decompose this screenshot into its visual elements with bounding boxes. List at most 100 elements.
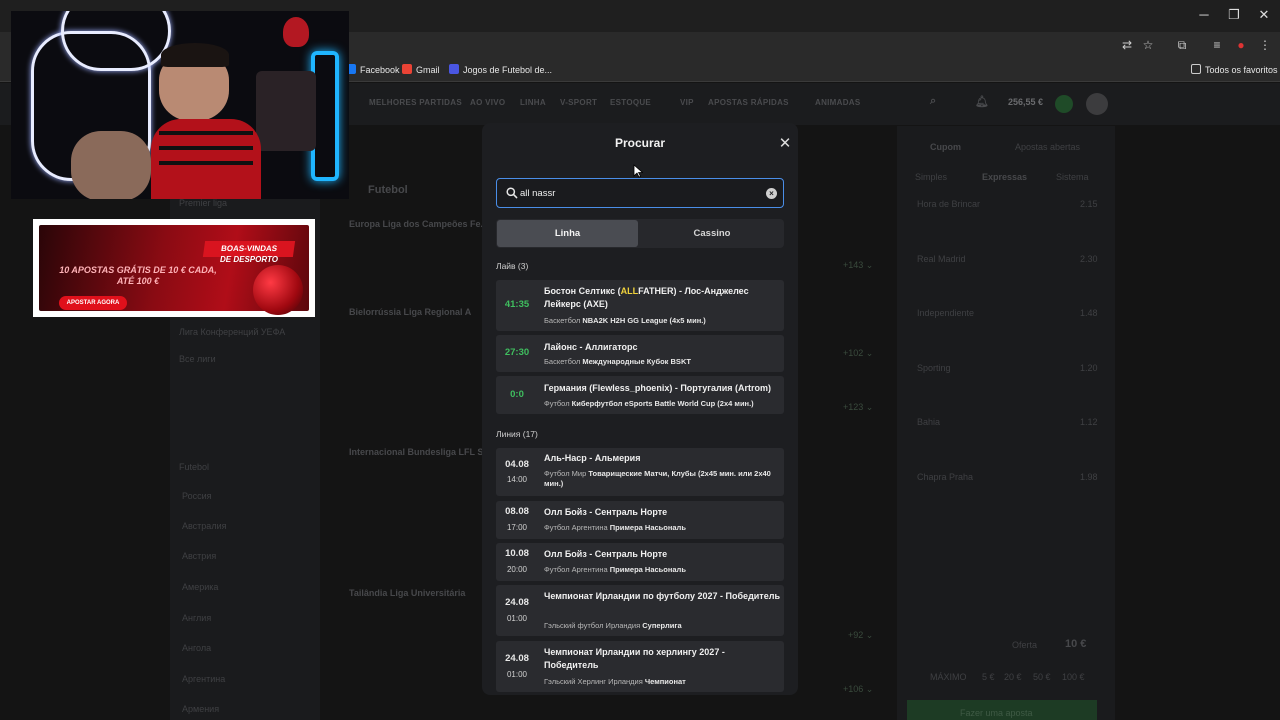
sidebar-label: Ангола: [182, 643, 212, 653]
betslip-tab[interactable]: Cupom: [930, 142, 961, 152]
line-header: Линия (17): [496, 429, 538, 439]
search-field[interactable]: ×: [496, 178, 784, 208]
betslip-type[interactable]: Sistema: [1056, 172, 1089, 182]
line-event-row[interactable]: 10.08 20:00 Олл Бойз - Сентраль Норте Фу…: [496, 543, 784, 581]
close-window-icon[interactable]: ✕: [1254, 6, 1274, 24]
menu-icon[interactable]: ⋮: [1256, 36, 1274, 54]
nav-item[interactable]: AO VIVO: [470, 98, 505, 107]
stake-chip[interactable]: 5 €: [982, 672, 995, 682]
sidebar-label: Англия: [182, 613, 212, 623]
betslip-odd: 2.30: [1080, 254, 1098, 264]
event-hour: 01:00: [506, 614, 528, 623]
search-highlight: ALL: [620, 286, 639, 296]
media-icon[interactable]: ≡: [1208, 36, 1226, 54]
promo-banner[interactable]: BOAS-VINDAS DE DESPORTO 10 APOSTAS GRÁTI…: [33, 219, 315, 317]
star-icon[interactable]: ☆: [1139, 36, 1157, 54]
minimize-icon[interactable]: ─: [1194, 6, 1214, 24]
stake-chip[interactable]: 100 €: [1062, 672, 1085, 682]
sidebar-label: Аргентина: [182, 674, 226, 684]
betslip-entry: Chapra Praha: [917, 472, 974, 482]
profile-icon[interactable]: ●: [1232, 36, 1250, 54]
event-league: Баскетбол NBA2K H2H GG League (4x5 мин.): [544, 316, 706, 325]
search-modal: Procurar ✕ × Linha Cassino Лайв (3) 41:3…: [482, 123, 798, 695]
deposit-button[interactable]: [1055, 95, 1073, 113]
nav-item[interactable]: ANIMADAS: [815, 98, 861, 107]
all-favorites-label: Todos os favoritos: [1205, 65, 1278, 75]
all-favorites[interactable]: Todos os favoritos: [1191, 62, 1278, 78]
event-time: 27:30: [504, 347, 530, 358]
event-title: Бостон Селтикс (ALLFATHER) - Лос-Анджеле…: [544, 286, 749, 309]
event-time: 0:0: [510, 389, 524, 400]
search-input[interactable]: [520, 185, 760, 201]
nav-item[interactable]: VIP: [680, 98, 694, 107]
event-date: 04.08: [505, 459, 529, 470]
betslip-type[interactable]: Expressas: [982, 172, 1027, 182]
event-date: 24.08: [505, 597, 529, 608]
webcam-overlay: [11, 11, 349, 199]
line-event-row[interactable]: 08.08 17:00 Олл Бойз - Сентраль Норте Фу…: [496, 501, 784, 539]
search-icon[interactable]: ⌕: [930, 95, 936, 108]
tab-linha[interactable]: Linha: [497, 220, 638, 247]
gmail-icon: [402, 64, 412, 74]
place-bet-label: Fazer uma aposta: [960, 708, 1033, 718]
stake-chip[interactable]: 50 €: [1033, 672, 1051, 682]
restore-icon[interactable]: ❐: [1224, 6, 1244, 24]
bookmark-jogos[interactable]: Jogos de Futebol de...: [449, 62, 552, 78]
bookmark-label: Gmail: [416, 65, 440, 75]
extensions-icon[interactable]: ⧉: [1173, 36, 1191, 54]
nav-item[interactable]: APOSTAS RÁPIDAS: [708, 98, 789, 107]
line-event-row[interactable]: 24.08 01:00 Чемпионат Ирландии по херлин…: [496, 641, 784, 692]
promo-button[interactable]: APOSTAR AGORA: [59, 296, 127, 310]
event-league: Футбол Аргентина Примера Насьональ: [544, 523, 686, 532]
bookmark-facebook[interactable]: Facebook: [346, 62, 400, 78]
folder-icon: [1191, 64, 1201, 74]
line-event-row[interactable]: 24.08 01:00 Чемпионат Ирландии по футбол…: [496, 585, 784, 636]
event-league: Футбол Киберфутбол eSports Battle World …: [544, 399, 754, 408]
betslip-odd: 1.98: [1080, 472, 1098, 482]
live-event-row[interactable]: 41:35 Бостон Селтикс (ALLFATHER) - Лос-А…: [496, 280, 784, 331]
spiderman-figure: [283, 17, 309, 47]
betslip-type[interactable]: Simples: [915, 172, 947, 182]
event-date: 10.08: [505, 548, 529, 559]
event-title: Чемпионат Ирландии по херлингу 2027 - По…: [544, 647, 725, 670]
bell-icon[interactable]: 🔔︎: [975, 95, 989, 108]
modal-title: Procurar: [614, 136, 666, 150]
stake-chip[interactable]: 20 €: [1004, 672, 1022, 682]
search-icon: [506, 187, 518, 199]
line-event-row[interactable]: 04.08 14:00 Аль-Наср - Альмерия Футбол М…: [496, 448, 784, 496]
tab-cassino[interactable]: Cassino: [640, 219, 784, 248]
stake-value[interactable]: 10 €: [1065, 638, 1086, 650]
nav-item[interactable]: MELHORES PARTIDAS: [369, 98, 462, 107]
translate-icon[interactable]: ⇄: [1118, 36, 1136, 54]
avatar[interactable]: [1086, 93, 1108, 115]
close-icon[interactable]: ✕: [776, 135, 794, 153]
nav-item[interactable]: ESTOQUE: [610, 98, 651, 107]
event-time: 41:35: [504, 299, 530, 310]
sidebar-label: Все лиги: [179, 354, 216, 364]
betslip-tab[interactable]: Apostas abertas: [1015, 142, 1080, 152]
live-event-row[interactable]: 0:0 Германия (Flewless_phoenix) - Португ…: [496, 376, 784, 414]
clear-icon[interactable]: ×: [766, 188, 777, 199]
event-league: Футбол Мир Товарищеские Матчи, Клубы (2x…: [544, 469, 771, 488]
nav-item[interactable]: V-SPORT: [560, 98, 597, 107]
bookmark-gmail[interactable]: Gmail: [402, 62, 440, 78]
event-title: Аль-Наср - Альмерия: [544, 453, 641, 463]
sidebar-label: Россия: [182, 491, 212, 501]
event-title: Лайонс - Аллигаторс: [544, 342, 638, 352]
live-event-row[interactable]: 27:30 Лайонс - Аллигаторс Баскетбол Межд…: [496, 335, 784, 372]
sidebar-label: Армения: [182, 704, 220, 714]
event-league: Футбол Аргентина Примера Насьональ: [544, 565, 686, 574]
event-hour: 17:00: [506, 523, 528, 532]
betslip-odd: 1.20: [1080, 363, 1098, 373]
max-label[interactable]: MÁXIMO: [930, 672, 967, 682]
promo-text: 10 APOSTAS GRÁTIS DE 10 € CADA, ATÉ 100 …: [59, 265, 217, 286]
left-sidebar: [170, 126, 320, 720]
nav-item[interactable]: LINHA: [520, 98, 546, 107]
sidebar-label: Австралия: [182, 521, 227, 531]
betslip-entry: Sporting: [917, 363, 951, 373]
event-title: Чемпионат Ирландии по футболу 2027 - Поб…: [544, 591, 780, 601]
league-title: Internacional Bundesliga LFL S...: [349, 447, 491, 457]
sidebar-label: Futebol: [179, 462, 210, 472]
bookmark-label: Facebook: [360, 65, 400, 75]
event-league: Баскетбол Международные Кубок BSKT: [544, 357, 691, 366]
